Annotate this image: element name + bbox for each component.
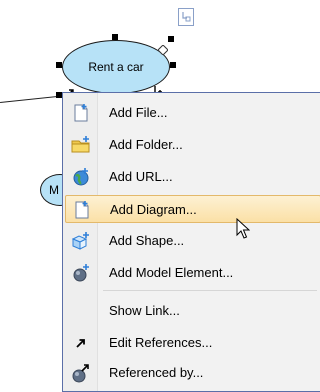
- menu-item-label: Add Folder...: [109, 137, 183, 152]
- menu-item-label: Add File...: [109, 105, 168, 120]
- sub-diagram-icon[interactable]: [154, 82, 166, 94]
- menu-separator: [103, 290, 317, 291]
- menu-item-add-file[interactable]: Add File...: [65, 99, 320, 127]
- globe-icon: [71, 167, 91, 187]
- menu-item-edit-references[interactable]: Edit References...: [65, 329, 320, 357]
- menu-item-add-model-element[interactable]: Add Model Element...: [65, 259, 320, 287]
- menu-item-label: Add URL...: [109, 169, 173, 184]
- file-icon: [71, 103, 91, 123]
- menu-item-add-folder[interactable]: Add Folder...: [65, 131, 320, 159]
- selection-handle[interactable]: [170, 62, 176, 68]
- menu-item-label: Add Shape...: [109, 233, 185, 248]
- model-element-icon: [71, 263, 91, 283]
- menu-item-label: Show Link...: [109, 303, 180, 318]
- menu-item-show-link[interactable]: Show Link...: [65, 297, 320, 325]
- resize-arrow-icon[interactable]: [66, 84, 74, 97]
- selection-handle[interactable]: [168, 36, 174, 42]
- menu-item-add-shape[interactable]: Add Shape...: [65, 227, 320, 255]
- shape-icon: [71, 231, 91, 251]
- context-menu: Add File... Add Folder... Add URL... Add…: [62, 92, 320, 392]
- document-shortcut-icon[interactable]: [178, 8, 194, 26]
- use-case-label: Rent a car: [88, 60, 144, 74]
- menu-item-label: Edit References...: [109, 335, 213, 350]
- menu-item-add-diagram[interactable]: Add Diagram...: [65, 195, 320, 223]
- mouse-cursor-icon: [236, 217, 251, 240]
- menu-item-add-url[interactable]: Add URL...: [65, 163, 320, 191]
- arrow-icon: [71, 333, 91, 353]
- menu-item-label: Referenced by...: [109, 365, 204, 380]
- selection-handle[interactable]: [56, 62, 62, 68]
- selection-handle[interactable]: [112, 34, 118, 40]
- use-case-partial-label: M: [49, 183, 59, 197]
- resource-diamond-icon[interactable]: [157, 42, 169, 56]
- menu-item-label: Add Model Element...: [109, 265, 234, 280]
- diagram-icon: [72, 200, 92, 220]
- folder-icon: [71, 135, 91, 155]
- menu-item-label: Add Diagram...: [110, 202, 197, 217]
- referenced-icon: [71, 363, 91, 383]
